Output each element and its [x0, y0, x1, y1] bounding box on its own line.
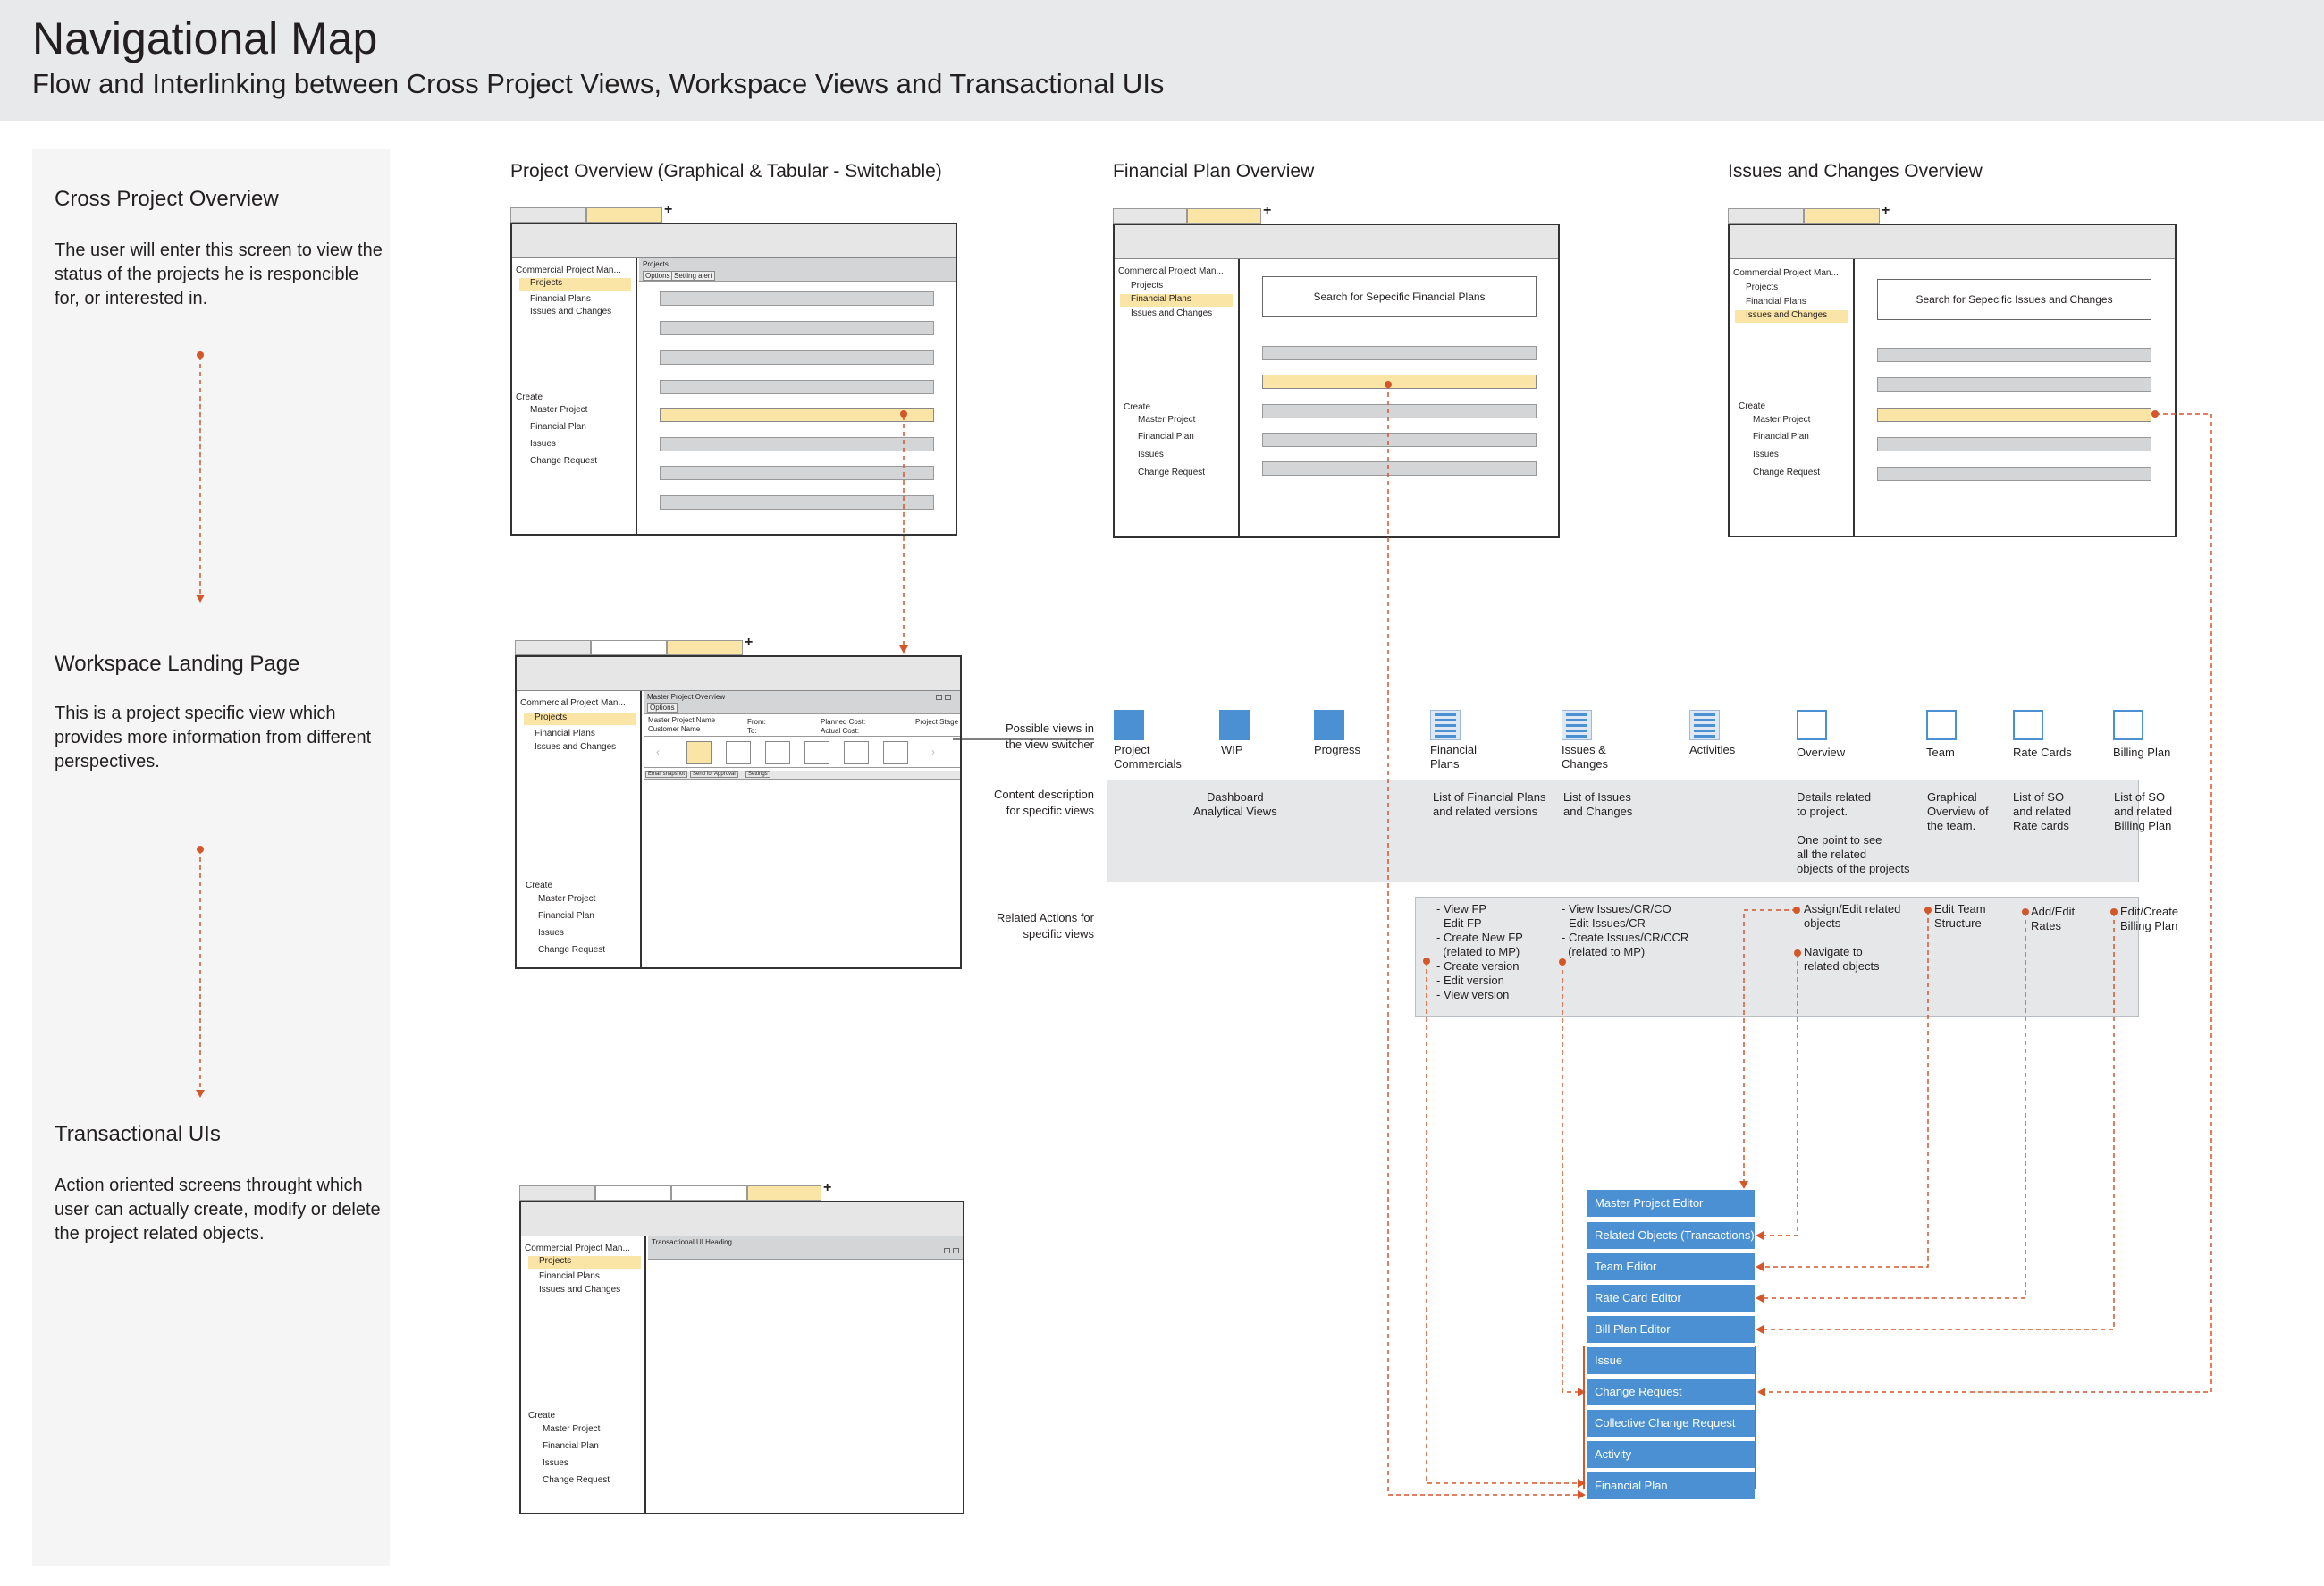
connector-fp-actions — [1426, 961, 1578, 1484]
connector-lines — [196, 351, 2212, 1499]
connector-assign — [1743, 909, 1797, 1184]
connector-rate — [1764, 912, 2026, 1299]
connector-plan-to-financial-plan — [1387, 384, 1578, 1496]
connector-issue-actions — [1562, 962, 1578, 1393]
connector-issue-to-change-request — [1765, 413, 2212, 1393]
connector-team — [1764, 910, 1929, 1268]
connector-navigate — [1764, 953, 1798, 1236]
